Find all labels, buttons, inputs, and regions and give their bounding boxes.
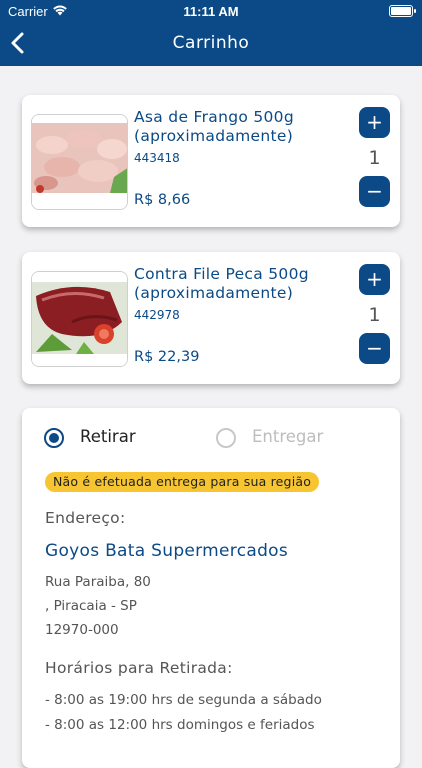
product-image-chicken-wings [31,114,128,210]
pickup-hours-heading: Horários para Retirada: [45,659,233,677]
product-code: 443418 [134,151,180,165]
pickup-hours-line: - 8:00 as 12:00 hrs domingos e feriados [45,717,315,733]
delivery-options-card: Retirar Entregar Não é efetuada entrega … [22,408,400,768]
cart-item-card: Contra File Peca 500g (aproximadamente) … [22,252,400,384]
product-code: 442978 [134,308,180,322]
product-price: R$ 22,39 [134,349,200,365]
product-name: Contra File Peca 500g (aproximadamente) [134,265,309,302]
quantity-value: 1 [368,147,381,169]
address-line: 12970-000 [45,622,119,638]
decrease-quantity-button[interactable]: − [359,176,390,207]
pickup-radio[interactable] [44,428,64,448]
increase-quantity-button[interactable]: + [359,107,390,138]
clock: 11:11 AM [183,4,239,19]
page-title: Carrinho [172,33,250,53]
product-price: R$ 8,66 [134,192,191,208]
product-image-beef [31,271,128,367]
status-bar: Carrier 11:11 AM [0,0,422,22]
quantity-value: 1 [368,304,381,326]
pickup-hours-line: - 8:00 as 19:00 hrs de segunda a sábado [45,692,322,708]
no-delivery-warning-badge: Não é efetuada entrega para sua região [45,472,320,492]
cart-item-card: Asa de Frango 500g (aproximadamente) 443… [22,95,400,227]
product-name: Asa de Frango 500g (aproximadamente) [134,108,294,145]
address-line: Rua Paraiba, 80 [45,574,151,590]
battery-icon [389,5,416,17]
delivery-label[interactable]: Entregar [252,427,323,446]
address-line: , Piracaia - SP [45,598,137,614]
store-name: Goyos Bata Supermercados [45,541,289,561]
pickup-label[interactable]: Retirar [80,427,136,446]
address-heading: Endereço: [45,509,126,527]
delivery-radio[interactable] [216,428,236,448]
decrease-quantity-button[interactable]: − [359,333,390,364]
increase-quantity-button[interactable]: + [359,264,390,295]
app-header: Carrier 11:11 AM Carrinho [0,0,422,66]
